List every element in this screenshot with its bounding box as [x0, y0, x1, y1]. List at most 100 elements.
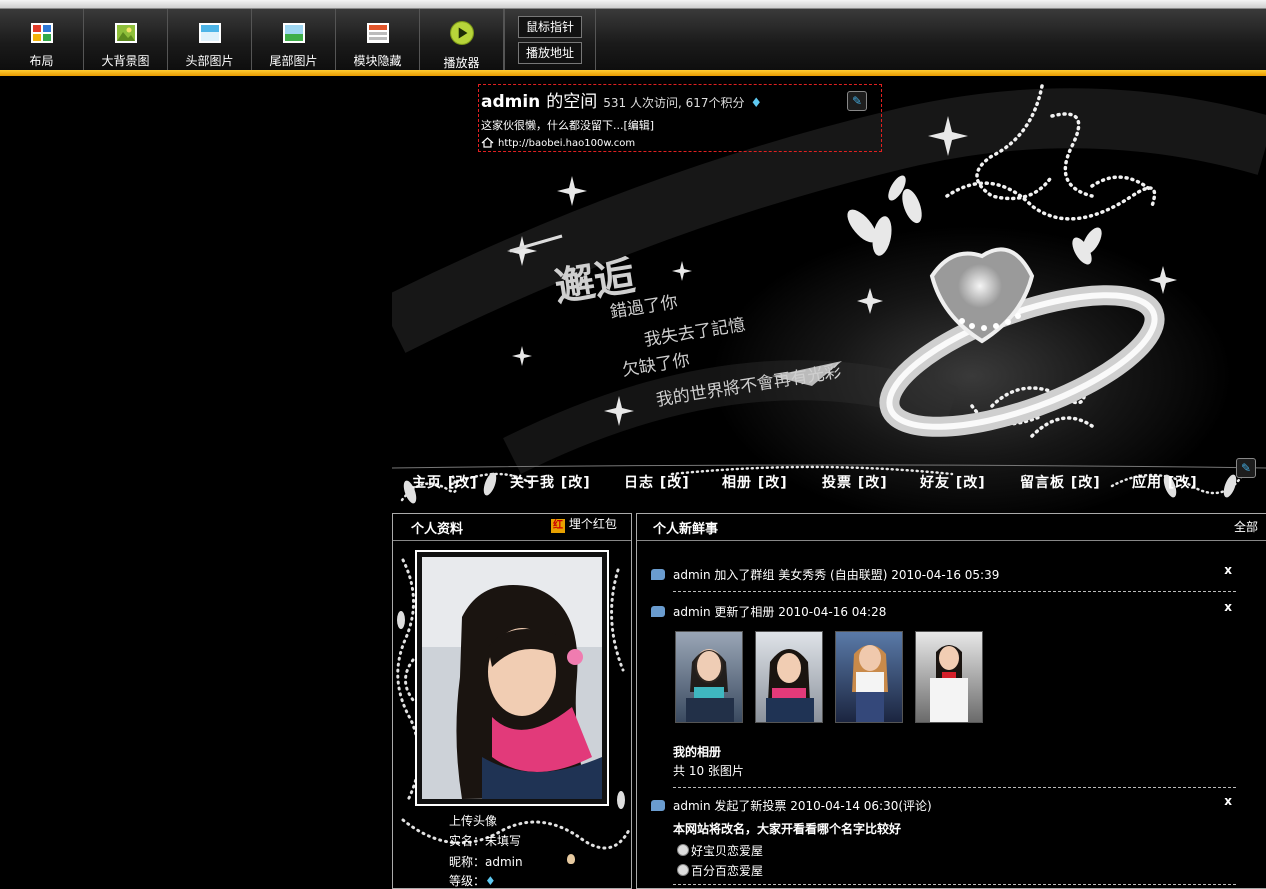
play-icon — [449, 21, 474, 45]
space-stats: 531 人次访问, 617个积分 — [603, 96, 745, 110]
nav-home-label[interactable]: 主页 — [412, 475, 442, 491]
nav-apps-edit[interactable]: [改] — [1168, 475, 1198, 491]
album-thumbnail[interactable] — [755, 631, 823, 723]
nav-home-edit[interactable]: [改] — [448, 475, 478, 491]
album-thumbnail[interactable] — [915, 631, 983, 723]
feed-all-link[interactable]: 全部 — [1234, 518, 1258, 535]
space-title: admin 的空间 531 人次访问, 617个积分 ♦ — [481, 87, 762, 112]
feed-title: 个人新鲜事 — [653, 522, 719, 537]
toolbar: 布局 大背景图 头部图片 尾部图片 模块隐藏 播放器 鼠标指针 播放地址 — [0, 9, 1266, 70]
footer-image-button[interactable]: 尾部图片 — [252, 9, 336, 70]
nav-album[interactable]: 相册 [改] — [722, 472, 788, 492]
home-icon — [481, 137, 494, 148]
feed-header-divider — [637, 540, 1266, 541]
diamond-icon: ♦ — [750, 96, 763, 111]
feed-item-close-button[interactable]: x — [1224, 600, 1232, 614]
feed-item-group-join[interactable]: admin 加入了群组 美女秀秀 (自由联盟) 2010-04-16 05:39 — [673, 566, 999, 583]
nav-guestbook[interactable]: 留言板 [改] — [1020, 472, 1101, 492]
layout-button[interactable]: 布局 — [0, 9, 84, 70]
background-image-label: 大背景图 — [101, 54, 150, 68]
header-image-icon — [198, 23, 221, 43]
poll-option-2[interactable]: 百分百恋爱屋 — [677, 862, 763, 879]
header-edit-icon[interactable]: ✎ — [847, 91, 867, 111]
profile-level-label: 等级： — [449, 874, 486, 888]
feed-divider — [673, 591, 1236, 592]
player-button[interactable]: 播放器 — [420, 9, 504, 70]
nav-apps-label[interactable]: 应用 — [1132, 475, 1162, 491]
red-packet-label[interactable]: 埋个红包 — [569, 517, 617, 531]
feed-item-close-button[interactable]: x — [1224, 794, 1232, 808]
feed-divider — [673, 884, 1236, 885]
header-banner: admin 的空间 531 人次访问, 617个积分 ♦ 这家伙很懒，什么都没留下… — [392, 76, 1266, 516]
header-image-label: 头部图片 — [185, 54, 234, 68]
space-page: admin 的空间 531 人次访问, 617个积分 ♦ 这家伙很懒，什么都没留下… — [392, 76, 1266, 889]
poll-question: 本网站将改名，大家开看看哪个名字比较好 — [673, 822, 902, 836]
nav-friends-edit[interactable]: [改] — [956, 475, 986, 491]
avatar-image — [422, 557, 602, 799]
radio-button[interactable] — [677, 844, 689, 856]
player-label: 播放器 — [443, 56, 480, 70]
album-thumbnail[interactable] — [675, 631, 743, 723]
album-thumbnail[interactable] — [835, 631, 903, 723]
nav-friends-label[interactable]: 好友 — [920, 475, 950, 491]
module-hide-button[interactable]: 模块隐藏 — [336, 9, 420, 70]
feed-item-album-update[interactable]: admin 更新了相册 2010-04-16 04:28 — [673, 603, 886, 620]
feed-item-close-button[interactable]: x — [1224, 563, 1232, 577]
nav-apps[interactable]: 应用 [改] — [1132, 472, 1198, 492]
player-url-button[interactable]: 播放地址 — [518, 42, 582, 64]
nav-blog-edit[interactable]: [改] — [660, 475, 690, 491]
level-diamond-icon: ♦ — [485, 874, 496, 888]
profile-panel: 个人资料 红 埋个红包 上传头像 实名：未填写 昵称：admin 等级：♦ — [392, 513, 632, 889]
nav-album-label[interactable]: 相册 — [722, 475, 752, 491]
space-url-row: http://baobei.hao100w.com — [481, 137, 635, 149]
nav-home[interactable]: 主页 [改] — [412, 472, 478, 492]
space-owner-name[interactable]: admin — [481, 92, 540, 112]
album-name-link[interactable]: 我的相册 — [673, 743, 721, 760]
nav-friends[interactable]: 好友 [改] — [920, 472, 986, 492]
nav-guestbook-label[interactable]: 留言板 — [1020, 475, 1065, 491]
nav-poll[interactable]: 投票 [改] — [822, 472, 888, 492]
nav-poll-label[interactable]: 投票 — [822, 475, 852, 491]
news-feed-panel: 个人新鲜事 全部 admin 加入了群组 美女秀秀 (自由联盟) 2010-04… — [636, 513, 1266, 889]
nav-about[interactable]: 关于我 [改] — [510, 472, 591, 492]
nav-blog[interactable]: 日志 [改] — [624, 472, 690, 492]
footer-image-icon — [282, 23, 305, 43]
nav-about-edit[interactable]: [改] — [561, 475, 591, 491]
background-image-icon — [114, 23, 137, 43]
thumbnail-image — [766, 649, 814, 722]
poll-option-1[interactable]: 好宝贝恋爱屋 — [677, 842, 763, 859]
poll-option-1-label[interactable]: 好宝贝恋爱屋 — [691, 844, 763, 858]
space-url-link[interactable]: http://baobei.hao100w.com — [498, 138, 635, 149]
feed-item-icon — [651, 569, 665, 580]
feed-item-new-poll[interactable]: admin 发起了新投票 2010-04-14 06:30(评论) — [673, 797, 932, 814]
background-image-button[interactable]: 大背景图 — [84, 9, 168, 70]
feed-divider — [673, 787, 1236, 788]
nav-album-edit[interactable]: [改] — [758, 475, 788, 491]
poll-option-2-label[interactable]: 百分百恋爱屋 — [691, 864, 763, 878]
module-hide-label: 模块隐藏 — [353, 54, 402, 68]
thumbnail-image — [852, 645, 888, 722]
avatar-frame — [415, 550, 609, 806]
nav-blog-label[interactable]: 日志 — [624, 475, 654, 491]
header-image-button[interactable]: 头部图片 — [168, 9, 252, 70]
feed-item-icon — [651, 800, 665, 811]
nav-poll-edit[interactable]: [改] — [858, 475, 888, 491]
mouse-pointer-button[interactable]: 鼠标指针 — [518, 16, 582, 38]
radio-button[interactable] — [677, 864, 689, 876]
thumbnail-image — [686, 649, 734, 722]
avatar[interactable] — [422, 557, 602, 799]
red-packet-link[interactable]: 红 埋个红包 — [551, 515, 617, 533]
layout-label: 布局 — [29, 54, 54, 68]
profile-title: 个人资料 — [411, 522, 464, 537]
profile-real-name: 实名：未填写 — [449, 834, 522, 848]
window-top-strip — [0, 0, 1266, 9]
thumbnail-image — [930, 645, 968, 722]
upload-avatar-link[interactable]: 上传头像 — [449, 812, 497, 829]
gender-icon — [567, 854, 575, 864]
nav-edit-icon[interactable]: ✎ — [1236, 458, 1256, 478]
nav-guestbook-edit[interactable]: [改] — [1071, 475, 1101, 491]
nav-about-label[interactable]: 关于我 — [510, 475, 555, 491]
profile-nickname: 昵称：admin — [449, 855, 523, 869]
footer-image-label: 尾部图片 — [269, 54, 318, 68]
space-description[interactable]: 这家伙很懒，什么都没留下...[编辑] — [481, 117, 654, 133]
